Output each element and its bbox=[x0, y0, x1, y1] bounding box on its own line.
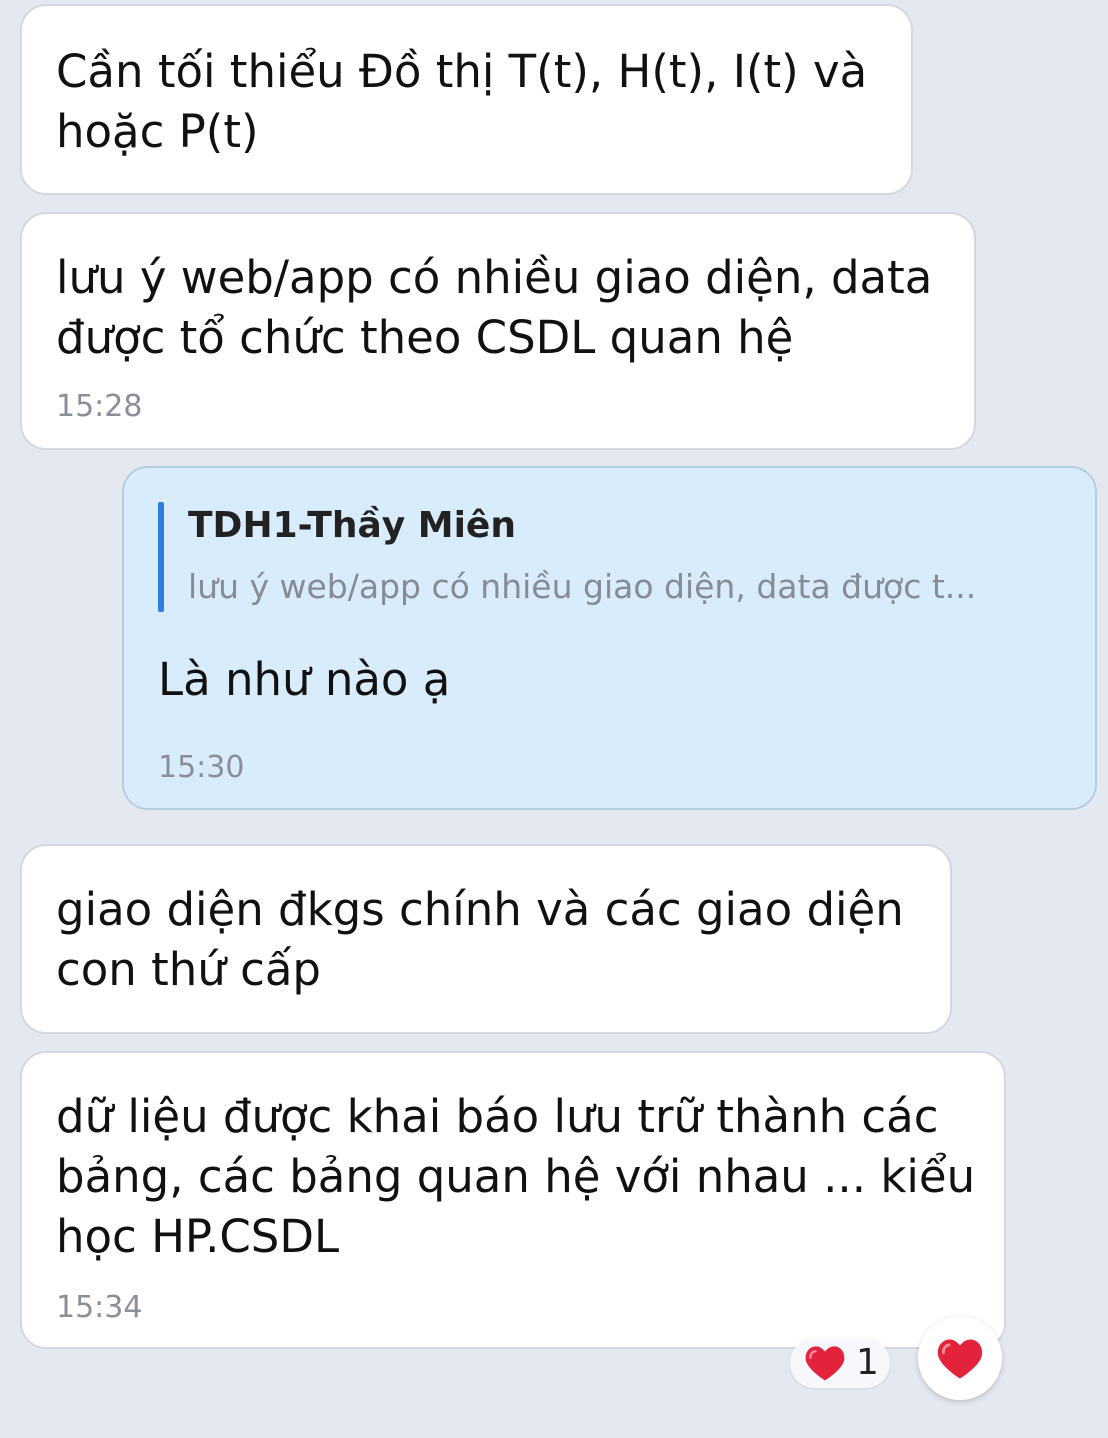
message-text: giao diện đkgs chính và các giao diện co… bbox=[56, 883, 904, 996]
react-heart-button[interactable] bbox=[918, 1316, 1002, 1400]
heart-icon bbox=[804, 1343, 846, 1387]
message-bubble-incoming[interactable]: giao diện đkgs chính và các giao diện co… bbox=[20, 844, 952, 1034]
message-text: Cần tối thiểu Đồ thị T(t), H(t), I(t) và… bbox=[56, 45, 868, 158]
message-bubble-incoming[interactable]: dữ liệu được khai báo lưu trữ thành các … bbox=[20, 1051, 1006, 1349]
quote-bar bbox=[158, 502, 164, 612]
message-bubble-outgoing[interactable]: TDH1-Thầy Miên lưu ý web/app có nhiều gi… bbox=[122, 466, 1097, 810]
message-timestamp: 15:28 bbox=[56, 389, 143, 424]
quote-author: TDH1-Thầy Miên bbox=[188, 505, 516, 546]
message-text: lưu ý web/app có nhiều giao diện, data đ… bbox=[56, 251, 933, 364]
message-bubble-incoming[interactable]: lưu ý web/app có nhiều giao diện, data đ… bbox=[20, 212, 976, 450]
heart-icon bbox=[936, 1336, 984, 1385]
message-timestamp: 15:34 bbox=[56, 1290, 143, 1325]
message-bubble-incoming[interactable]: Cần tối thiểu Đồ thị T(t), H(t), I(t) và… bbox=[20, 4, 913, 195]
quote-snippet: lưu ý web/app có nhiều giao diện, data đ… bbox=[188, 567, 977, 606]
message-text: Là như nào ạ bbox=[158, 653, 451, 706]
reaction-summary[interactable]: 1 bbox=[790, 1338, 890, 1388]
reaction-count: 1 bbox=[856, 1342, 879, 1383]
message-timestamp: 15:30 bbox=[158, 750, 245, 785]
message-text: dữ liệu được khai báo lưu trữ thành các … bbox=[56, 1090, 976, 1263]
